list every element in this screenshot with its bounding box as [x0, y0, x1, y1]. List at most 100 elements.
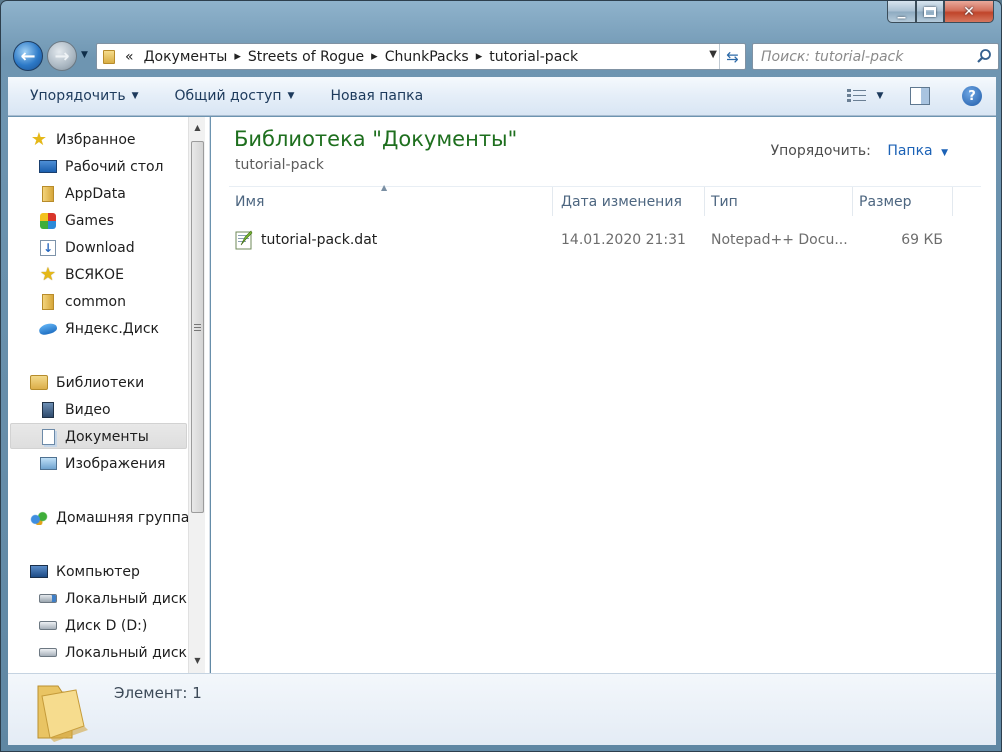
sidebar-item-label: Документы — [65, 428, 149, 445]
column-headers: ▲ Имя Дата изменения Тип Размер — [229, 183, 981, 216]
chevron-down-icon[interactable]: ▼ — [941, 148, 948, 158]
sidebar-item-download[interactable]: ↓ Download — [39, 235, 135, 260]
sidebar-item-yandex-disk[interactable]: Яндекс.Диск — [38, 316, 159, 341]
file-type: Notepad++ Docu... — [711, 232, 848, 248]
address-bar[interactable]: « Документы ▸ Streets of Rogue ▸ ChunkPa… — [96, 43, 746, 70]
file-list-pane: Библиотека "Документы" tutorial-pack Упо… — [211, 117, 996, 673]
sidebar-item-documents[interactable]: Документы — [39, 424, 149, 449]
sidebar-item-label: Локальный диск ( — [65, 590, 197, 607]
view-options-button[interactable]: ▼ — [838, 77, 892, 115]
scrollbar-thumb[interactable] — [191, 141, 204, 513]
back-arrow-icon: ← — [20, 45, 36, 67]
sidebar-item-label: ВСЯКОЕ — [65, 266, 124, 283]
chevron-right-icon[interactable]: ▸ — [234, 49, 241, 64]
column-name-label: Имя — [235, 193, 265, 210]
sidebar-item-label: Рабочий стол — [65, 158, 164, 175]
sidebar-item-label: Изображения — [65, 455, 166, 472]
sidebar-item-local-disk-c[interactable]: Локальный диск ( — [39, 586, 197, 611]
column-size-label: Размер — [859, 193, 912, 210]
breadcrumb-overflow[interactable]: « — [125, 49, 134, 65]
refresh-button[interactable]: ⇆ — [719, 44, 745, 69]
star-icon: ★ — [39, 264, 57, 285]
share-button[interactable]: Общий доступ ▼ — [149, 77, 305, 115]
details-pane: Элемент: 1 — [8, 673, 996, 745]
column-header-size[interactable]: Размер — [853, 187, 953, 216]
toolbar-right: ▼ ? — [838, 77, 996, 115]
grip-icon — [194, 323, 201, 331]
pictures-library-icon — [39, 455, 57, 473]
view-list-icon — [846, 89, 866, 102]
scroll-down-icon[interactable]: ▼ — [189, 652, 206, 669]
table-row[interactable]: tutorial-pack.dat 14.01.2020 21:31 Notep… — [229, 225, 981, 255]
forward-arrow-icon: → — [54, 45, 70, 67]
drive-icon — [39, 617, 57, 635]
forward-button[interactable]: → — [47, 41, 77, 71]
item-count: Элемент: 1 — [114, 684, 202, 702]
maximize-button[interactable] — [916, 1, 944, 23]
sidebar-computer[interactable]: Компьютер — [30, 559, 140, 584]
sidebar-item-common[interactable]: common — [39, 289, 126, 314]
sidebar-item-games[interactable]: Games — [39, 208, 114, 233]
sidebar-item-appdata[interactable]: AppData — [39, 181, 126, 206]
sidebar-homegroup-label: Домашняя группа — [56, 509, 190, 526]
sidebar-homegroup[interactable]: Домашняя группа — [30, 505, 189, 530]
explorer-window: ▁ ✕ ← → ▼ « Документы ▸ Streets of Rogue… — [0, 0, 1002, 752]
close-icon: ✕ — [963, 3, 975, 20]
sidebar-item-images[interactable]: Изображения — [39, 451, 165, 476]
homegroup-icon — [30, 509, 48, 527]
address-dropdown-icon[interactable]: ▼ — [709, 49, 717, 60]
chevron-right-icon[interactable]: ▸ — [371, 49, 378, 64]
minimize-button[interactable]: ▁ — [887, 1, 916, 23]
recent-pages-dropdown[interactable]: ▼ — [81, 50, 88, 60]
sidebar-item-desktop[interactable]: Рабочий стол — [39, 154, 164, 179]
breadcrumb-tutorial-pack[interactable]: tutorial-pack — [489, 49, 578, 65]
computer-icon — [30, 563, 48, 581]
refresh-icon: ⇆ — [726, 47, 739, 66]
help-button[interactable]: ? — [948, 77, 996, 115]
sidebar-item-label: Диск D (D:) — [65, 617, 148, 634]
search-input[interactable]: Поиск: tutorial-pack — [752, 43, 999, 70]
folder-icon — [39, 185, 57, 203]
column-date-label: Дата изменения — [561, 193, 682, 210]
chevron-right-icon[interactable]: ▸ — [476, 49, 483, 64]
video-library-icon — [39, 401, 57, 419]
sidebar-favorites[interactable]: ★ Избранное — [30, 127, 136, 152]
back-button[interactable]: ← — [13, 41, 43, 71]
sidebar-item-vsyakoe[interactable]: ★ ВСЯКОЕ — [39, 262, 124, 287]
libraries-icon — [30, 374, 48, 392]
column-type-label: Тип — [711, 193, 738, 210]
desktop-icon — [39, 158, 57, 176]
notepad-plus-plus-file-icon — [235, 230, 253, 250]
maximize-icon — [924, 6, 936, 17]
sidebar-scrollbar[interactable]: ▲ ▼ — [188, 117, 205, 673]
organize-button[interactable]: Упорядочить ▼ — [8, 77, 149, 115]
breadcrumb-streets-of-rogue[interactable]: Streets of Rogue — [248, 49, 364, 65]
sidebar-item-disk-d[interactable]: Диск D (D:) — [39, 613, 147, 638]
window-controls: ▁ ✕ — [887, 1, 994, 23]
library-title: Библиотека "Документы" — [234, 127, 518, 151]
column-header-date[interactable]: Дата изменения — [555, 187, 705, 216]
breadcrumb-chunkpacks[interactable]: ChunkPacks — [385, 49, 469, 65]
sidebar-item-video[interactable]: Видео — [39, 397, 111, 422]
arrange-value-dropdown[interactable]: Папка — [887, 143, 932, 159]
new-folder-button[interactable]: Новая папка — [304, 77, 433, 115]
file-name-cell: tutorial-pack.dat — [235, 225, 377, 255]
sidebar-libraries[interactable]: Библиотеки — [30, 370, 144, 395]
share-label: Общий доступ — [174, 88, 282, 104]
system-drive-icon — [39, 590, 57, 608]
drive-icon — [39, 644, 57, 662]
close-button[interactable]: ✕ — [944, 1, 994, 23]
navigation-bar: ← → ▼ « Документы ▸ Streets of Rogue ▸ C… — [9, 35, 999, 75]
scroll-up-icon[interactable]: ▲ — [189, 119, 206, 136]
preview-pane-button[interactable] — [892, 77, 948, 115]
column-header-name[interactable]: Имя — [229, 187, 553, 216]
column-header-type[interactable]: Тип — [705, 187, 853, 216]
file-date: 14.01.2020 21:31 — [561, 232, 686, 248]
download-icon: ↓ — [39, 239, 57, 257]
arrange-by: Упорядочить: Папка ▼ — [771, 143, 948, 159]
sidebar-item-label: Локальный диск ( — [65, 644, 197, 661]
search-icon[interactable] — [976, 48, 992, 64]
folder-icon — [103, 49, 115, 64]
breadcrumb-documents[interactable]: Документы — [144, 49, 228, 65]
sidebar-item-local-disk[interactable]: Локальный диск ( — [39, 640, 197, 665]
